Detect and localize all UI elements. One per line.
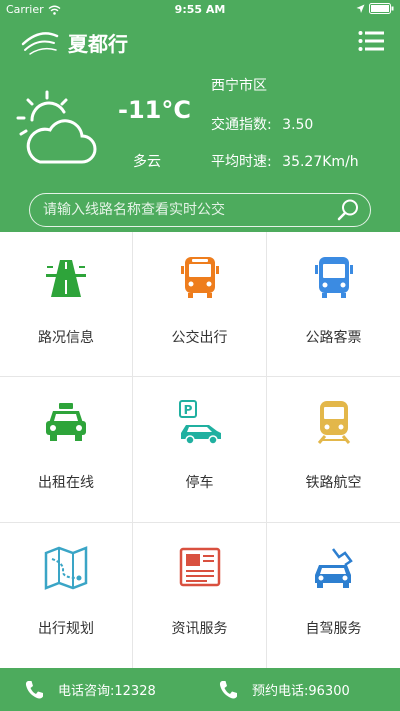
grid-item-label: 公交出行 xyxy=(171,330,228,346)
map-icon xyxy=(44,546,88,590)
parking-icon: P xyxy=(178,400,221,445)
hotline-label: 电话咨询:12328 xyxy=(58,684,156,699)
search-bar xyxy=(29,193,371,227)
location-icon xyxy=(356,4,365,13)
hotline-button[interactable]: 电话咨询:12328 xyxy=(24,668,156,711)
self-drive-icon xyxy=(314,548,353,588)
app-logo-icon xyxy=(21,32,59,55)
coach-icon xyxy=(314,257,353,298)
average-speed: 平均时速: 35.27Km/h xyxy=(211,151,359,171)
grid-item-road-conditions[interactable]: 路况信息 xyxy=(0,232,132,376)
average-speed-value: 35.27Km/h xyxy=(282,154,359,170)
header: 夏都行 -11°C 多云 西宁市区 交通指数: 3.50 平均时速: 35.27… xyxy=(0,20,400,232)
traffic-index-value: 3.50 xyxy=(282,117,314,133)
grid-item-label: 路况信息 xyxy=(38,330,94,346)
booking-label: 预约电话:96300 xyxy=(252,684,350,699)
grid-item-label: 公路客票 xyxy=(305,330,362,346)
menu-list-icon[interactable] xyxy=(358,30,384,52)
search-input[interactable] xyxy=(41,201,335,219)
svg-text:P: P xyxy=(183,403,192,417)
grid-item-taxi[interactable]: 出租在线 xyxy=(0,377,132,522)
district: 西宁市区 xyxy=(211,78,267,94)
search-icon[interactable] xyxy=(336,198,360,222)
phone-icon xyxy=(25,680,43,698)
service-grid: 路况信息 公交出行 公路客票 出租在线 P 停车 铁路航空 出行规划 资讯服务 … xyxy=(0,232,400,668)
phone-icon xyxy=(219,680,237,698)
newspaper-icon xyxy=(179,547,220,587)
grid-item-label: 停车 xyxy=(185,475,214,491)
grid-item-news[interactable]: 资讯服务 xyxy=(133,523,266,668)
train-icon xyxy=(317,401,350,444)
grid-item-parking[interactable]: P 停车 xyxy=(133,377,266,522)
grid-item-label: 自驾服务 xyxy=(305,621,362,637)
app-title: 夏都行 xyxy=(68,32,128,56)
grid-item-rail-air[interactable]: 铁路航空 xyxy=(267,377,400,522)
temperature: -11°C xyxy=(118,96,191,124)
status-bar: Carrier 9:55 AM xyxy=(0,0,400,20)
traffic-index: 交通指数: 3.50 xyxy=(211,114,313,134)
grid-item-self-drive[interactable]: 自驾服务 xyxy=(267,523,400,668)
traffic-index-label: 交通指数: xyxy=(211,117,272,133)
footer-bar: 电话咨询:12328 预约电话:96300 xyxy=(0,668,400,711)
road-icon xyxy=(46,260,86,297)
grid-item-bus[interactable]: 公交出行 xyxy=(133,232,266,376)
grid-item-label: 出行规划 xyxy=(38,621,94,637)
partly-cloudy-icon xyxy=(16,90,97,164)
grid-item-trip-planning[interactable]: 出行规划 xyxy=(0,523,132,668)
average-speed-label: 平均时速: xyxy=(211,154,272,170)
booking-button[interactable]: 预约电话:96300 xyxy=(218,668,350,711)
battery-icon xyxy=(369,3,394,14)
bus-icon xyxy=(180,257,219,298)
taxi-icon xyxy=(46,403,86,441)
grid-item-label: 资讯服务 xyxy=(171,621,228,637)
status-time: 9:55 AM xyxy=(174,3,226,16)
grid-item-coach-tickets[interactable]: 公路客票 xyxy=(267,232,400,376)
grid-item-label: 出租在线 xyxy=(38,475,94,491)
weather-condition: 多云 xyxy=(133,154,161,170)
grid-item-label: 铁路航空 xyxy=(305,475,362,491)
battery-area xyxy=(356,3,394,14)
